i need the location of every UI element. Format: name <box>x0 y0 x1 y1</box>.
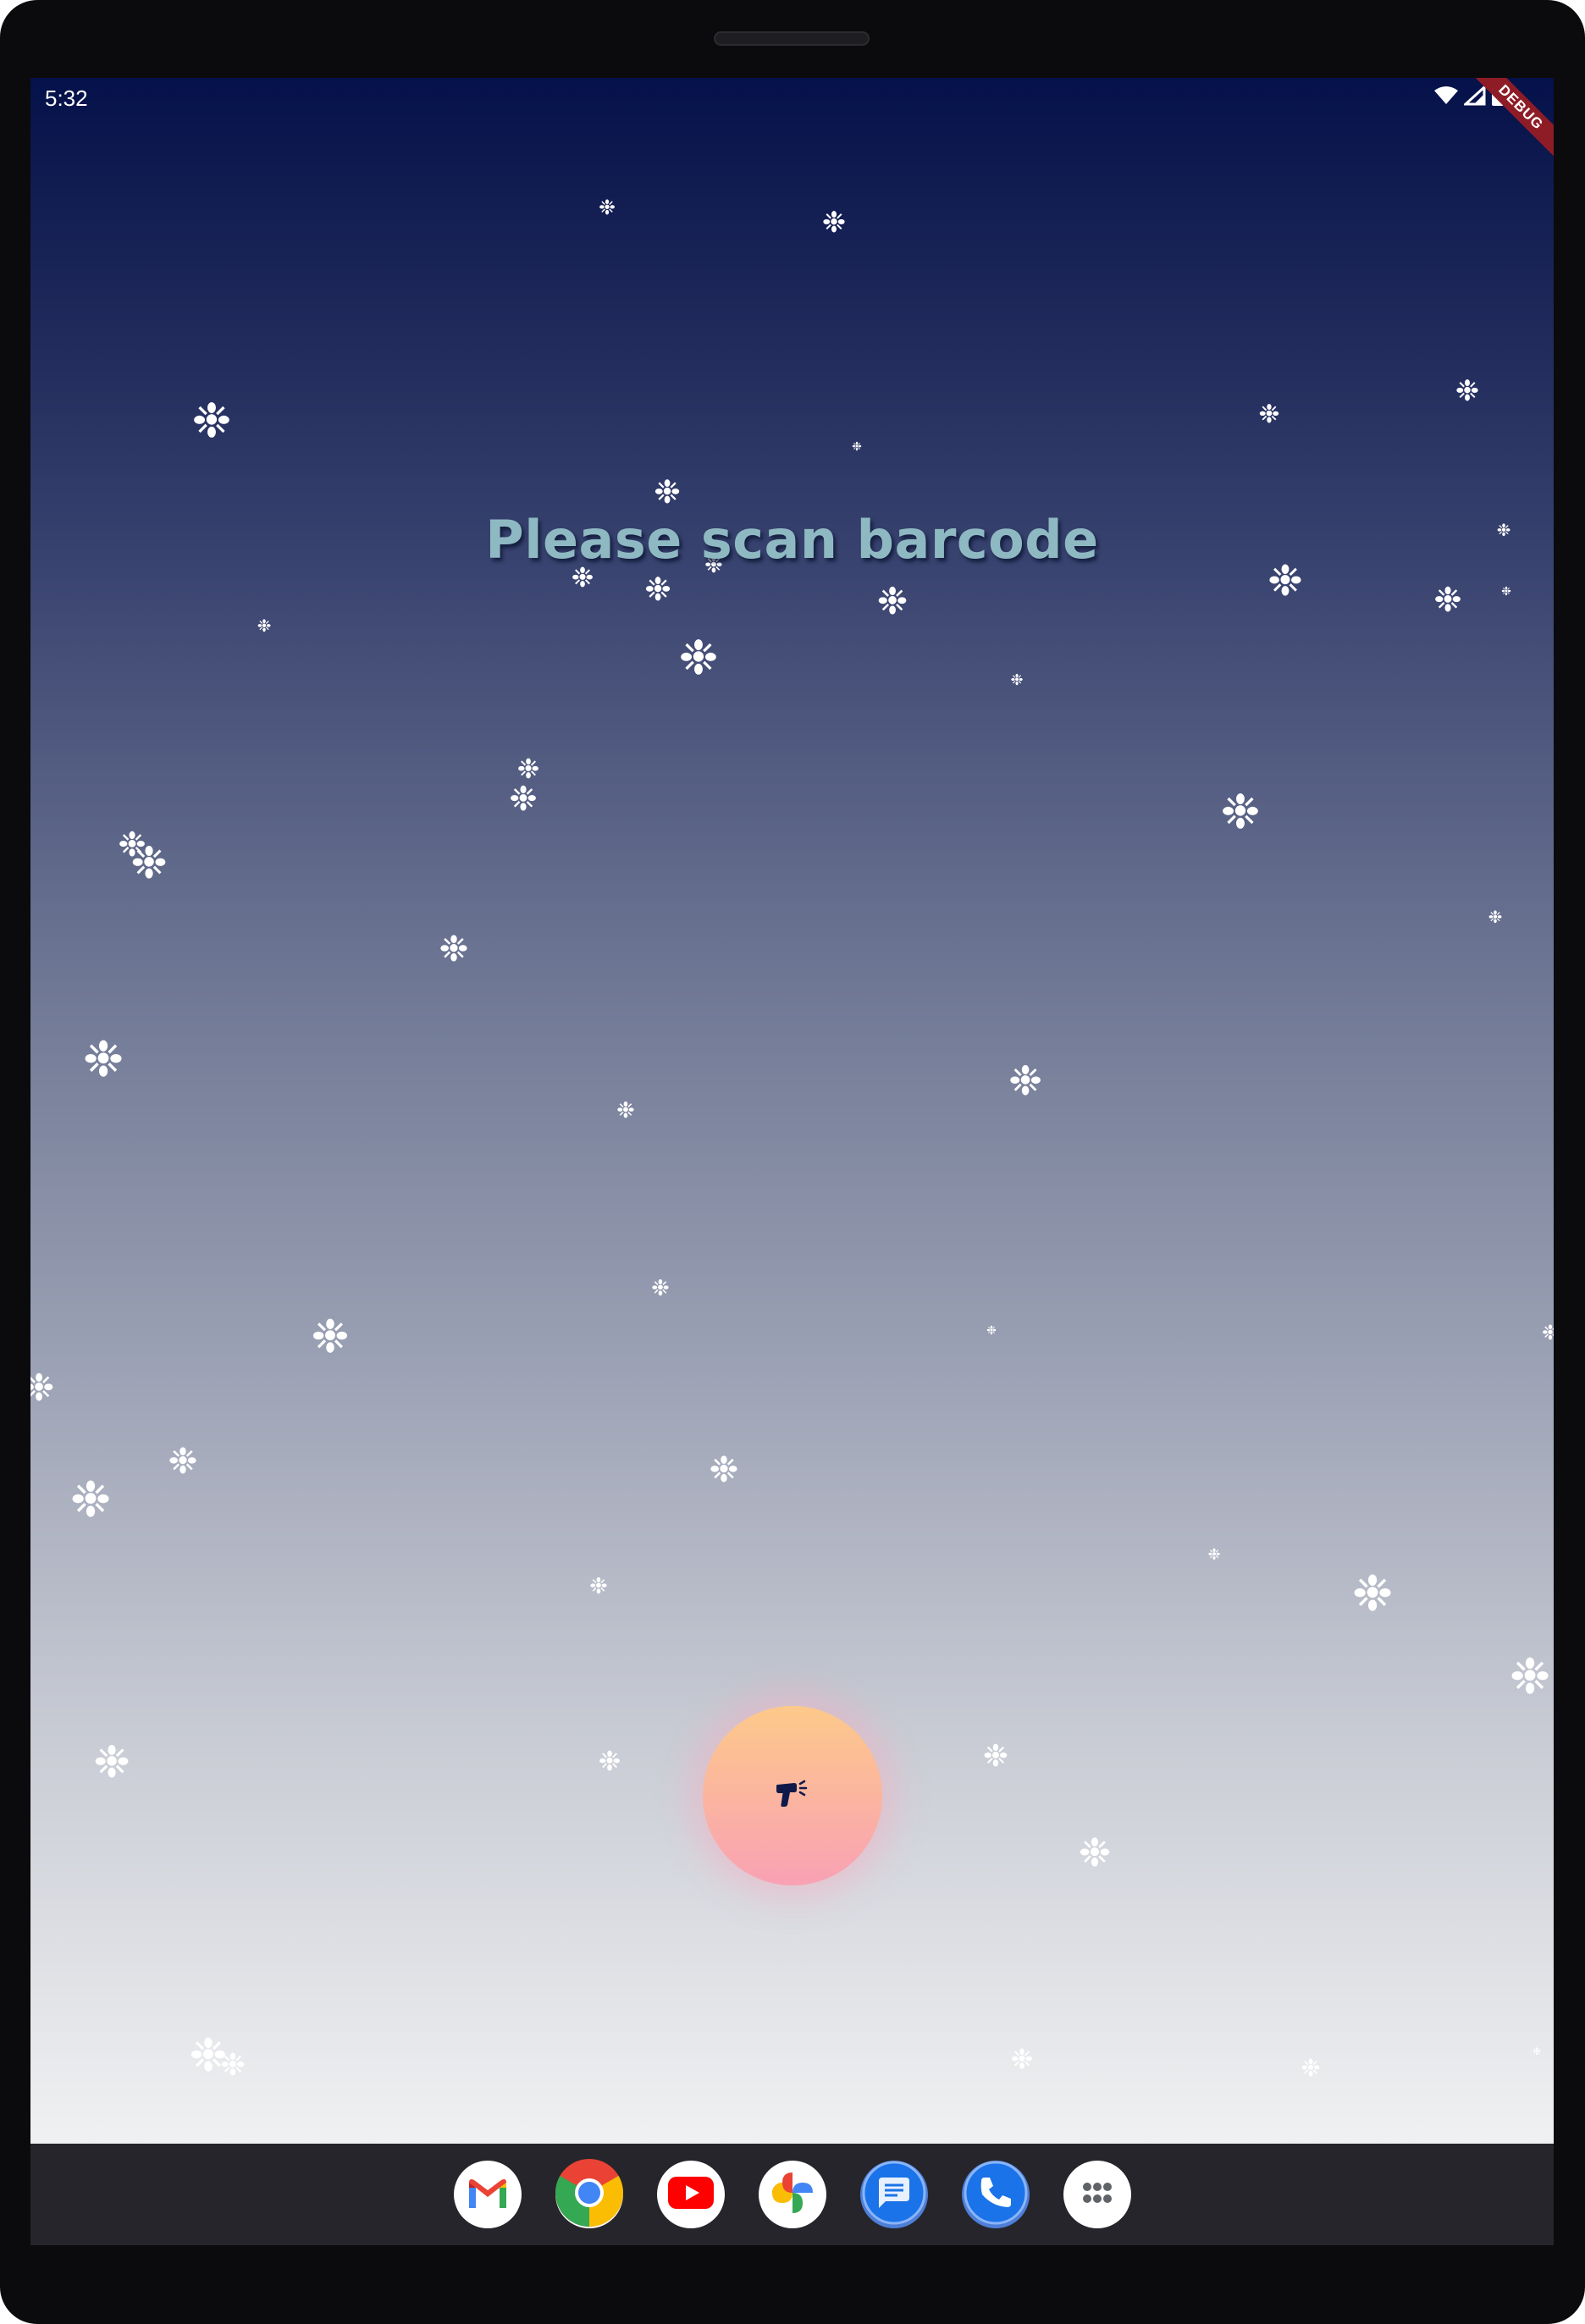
snowflake-icon: ❉ <box>1010 671 1024 689</box>
snowflake-icon: ❉ <box>1509 1648 1551 1705</box>
app-drawer-button[interactable] <box>1063 2161 1131 2228</box>
snowflake-icon: ❉ <box>1301 2054 1321 2082</box>
device-frame: ❉ ❉ ❉ ❉ ❉ ❉ ❉ ❉ ❉ ❉ ❉ ❉ ❉ ❉ ❉ ❉ ❉ ❉ ❉ ❉ ❉ ❉ ❉ ❉ ❉ ❉ ❉ ❉ ❉ ❉ ❉ ❉ ❉ ❉ ❉ ❉ ❉ ❉ ❉ ❉… <box>0 0 1585 2324</box>
snowflake-icon: ❉ <box>1455 374 1480 408</box>
snowflake-icon: ❉ <box>439 928 469 969</box>
app-dock <box>30 2144 1554 2245</box>
youtube-icon <box>667 2176 714 2213</box>
snowflake-icon: ❉ <box>516 753 540 785</box>
snowflake-icon: ❉ <box>1010 2043 1034 2075</box>
snowflake-icon: ❉ <box>1541 1321 1554 1344</box>
chrome-app[interactable] <box>555 2158 623 2231</box>
messages-app[interactable] <box>859 2159 928 2231</box>
snowflake-icon: ❉ <box>1078 1830 1112 1875</box>
phone-icon <box>962 2159 1030 2231</box>
snowflake-icon: ❉ <box>678 631 719 686</box>
chrome-icon <box>555 2158 623 2231</box>
youtube-app[interactable] <box>656 2161 725 2228</box>
phone-app[interactable] <box>961 2159 1030 2231</box>
snowflake-icon: ❉ <box>651 1276 670 1301</box>
barcode-scanner-icon <box>774 1777 811 1815</box>
scan-barcode-button[interactable] <box>703 1706 882 1885</box>
messages-icon <box>860 2159 928 2231</box>
device-speaker <box>714 31 870 46</box>
snowflake-icon: ❉ <box>654 473 681 511</box>
snowflake-icon: ❉ <box>257 616 272 636</box>
snowflake-icon: ❉ <box>1220 785 1261 840</box>
screen: ❉ ❉ ❉ ❉ ❉ ❉ ❉ ❉ ❉ ❉ ❉ ❉ ❉ ❉ ❉ ❉ ❉ ❉ ❉ ❉ ❉ ❉ ❉ ❉ ❉ ❉ ❉ ❉ ❉ ❉ ❉ ❉ ❉ ❉ ❉ ❉ ❉ ❉ ❉ ❉… <box>30 78 1554 2245</box>
snowflake-icon: ❉ <box>1433 581 1462 620</box>
snowflake-icon: ❉ <box>130 838 168 889</box>
snowflake-icon: ❉ <box>93 1737 130 1788</box>
snowflake-icon: ❉ <box>219 2048 246 2083</box>
snowflake-icon: ❉ <box>1207 1546 1221 1564</box>
status-bar: 5:32 DEBUG <box>30 78 1554 167</box>
app-background: ❉ ❉ ❉ ❉ ❉ ❉ ❉ ❉ ❉ ❉ ❉ ❉ ❉ ❉ ❉ ❉ ❉ ❉ ❉ ❉ ❉ ❉ ❉ ❉ ❉ ❉ ❉ ❉ ❉ ❉ ❉ ❉ ❉ ❉ ❉ ❉ ❉ ❉ ❉ ❉… <box>30 78 1554 2144</box>
app-drawer-icon <box>1080 2181 1114 2209</box>
snowflake-icon: ❉ <box>821 206 847 240</box>
gmail-icon <box>466 2176 510 2214</box>
snowflake-icon: ❉ <box>598 1745 621 1777</box>
snowflake-icon: ❉ <box>1501 585 1511 599</box>
snowflake-icon: ❉ <box>982 1739 1009 1774</box>
snowflake-icon: ❉ <box>168 1440 198 1482</box>
snowflake-icon: ❉ <box>82 1030 124 1088</box>
snowflake-icon: ❉ <box>1008 1057 1043 1105</box>
snowflake-icon: ❉ <box>876 580 908 623</box>
snowflake-icon: ❉ <box>509 780 538 819</box>
snowflake-icon: ❉ <box>986 1324 997 1338</box>
page-title: Please scan barcode <box>485 509 1099 571</box>
signal-icon <box>1462 84 1486 110</box>
photos-app[interactable] <box>758 2161 826 2228</box>
snowflake-icon: ❉ <box>69 1471 112 1528</box>
snowflake-icon: ❉ <box>598 196 616 219</box>
snowflake-icon: ❉ <box>1532 2045 1542 2057</box>
snowflake-icon: ❉ <box>852 440 862 454</box>
snowflake-icon: ❉ <box>1258 400 1280 429</box>
status-time: 5:32 <box>45 86 88 111</box>
navigation-bar <box>30 2144 1554 2245</box>
snowflake-icon: ❉ <box>1488 907 1503 927</box>
snowflake-icon: ❉ <box>589 1574 608 1599</box>
wifi-icon <box>1433 86 1459 110</box>
snowflake-icon: ❉ <box>709 1449 739 1490</box>
snowflake-icon: ❉ <box>30 1366 55 1410</box>
snowflake-icon: ❉ <box>191 394 232 449</box>
snowflake-icon: ❉ <box>616 1098 635 1123</box>
photos-icon <box>769 2169 816 2221</box>
snowflake-icon: ❉ <box>1351 1565 1394 1622</box>
snowflake-icon: ❉ <box>644 571 671 608</box>
snowflake-icon: ❉ <box>311 1310 350 1363</box>
gmail-app[interactable] <box>453 2161 522 2228</box>
